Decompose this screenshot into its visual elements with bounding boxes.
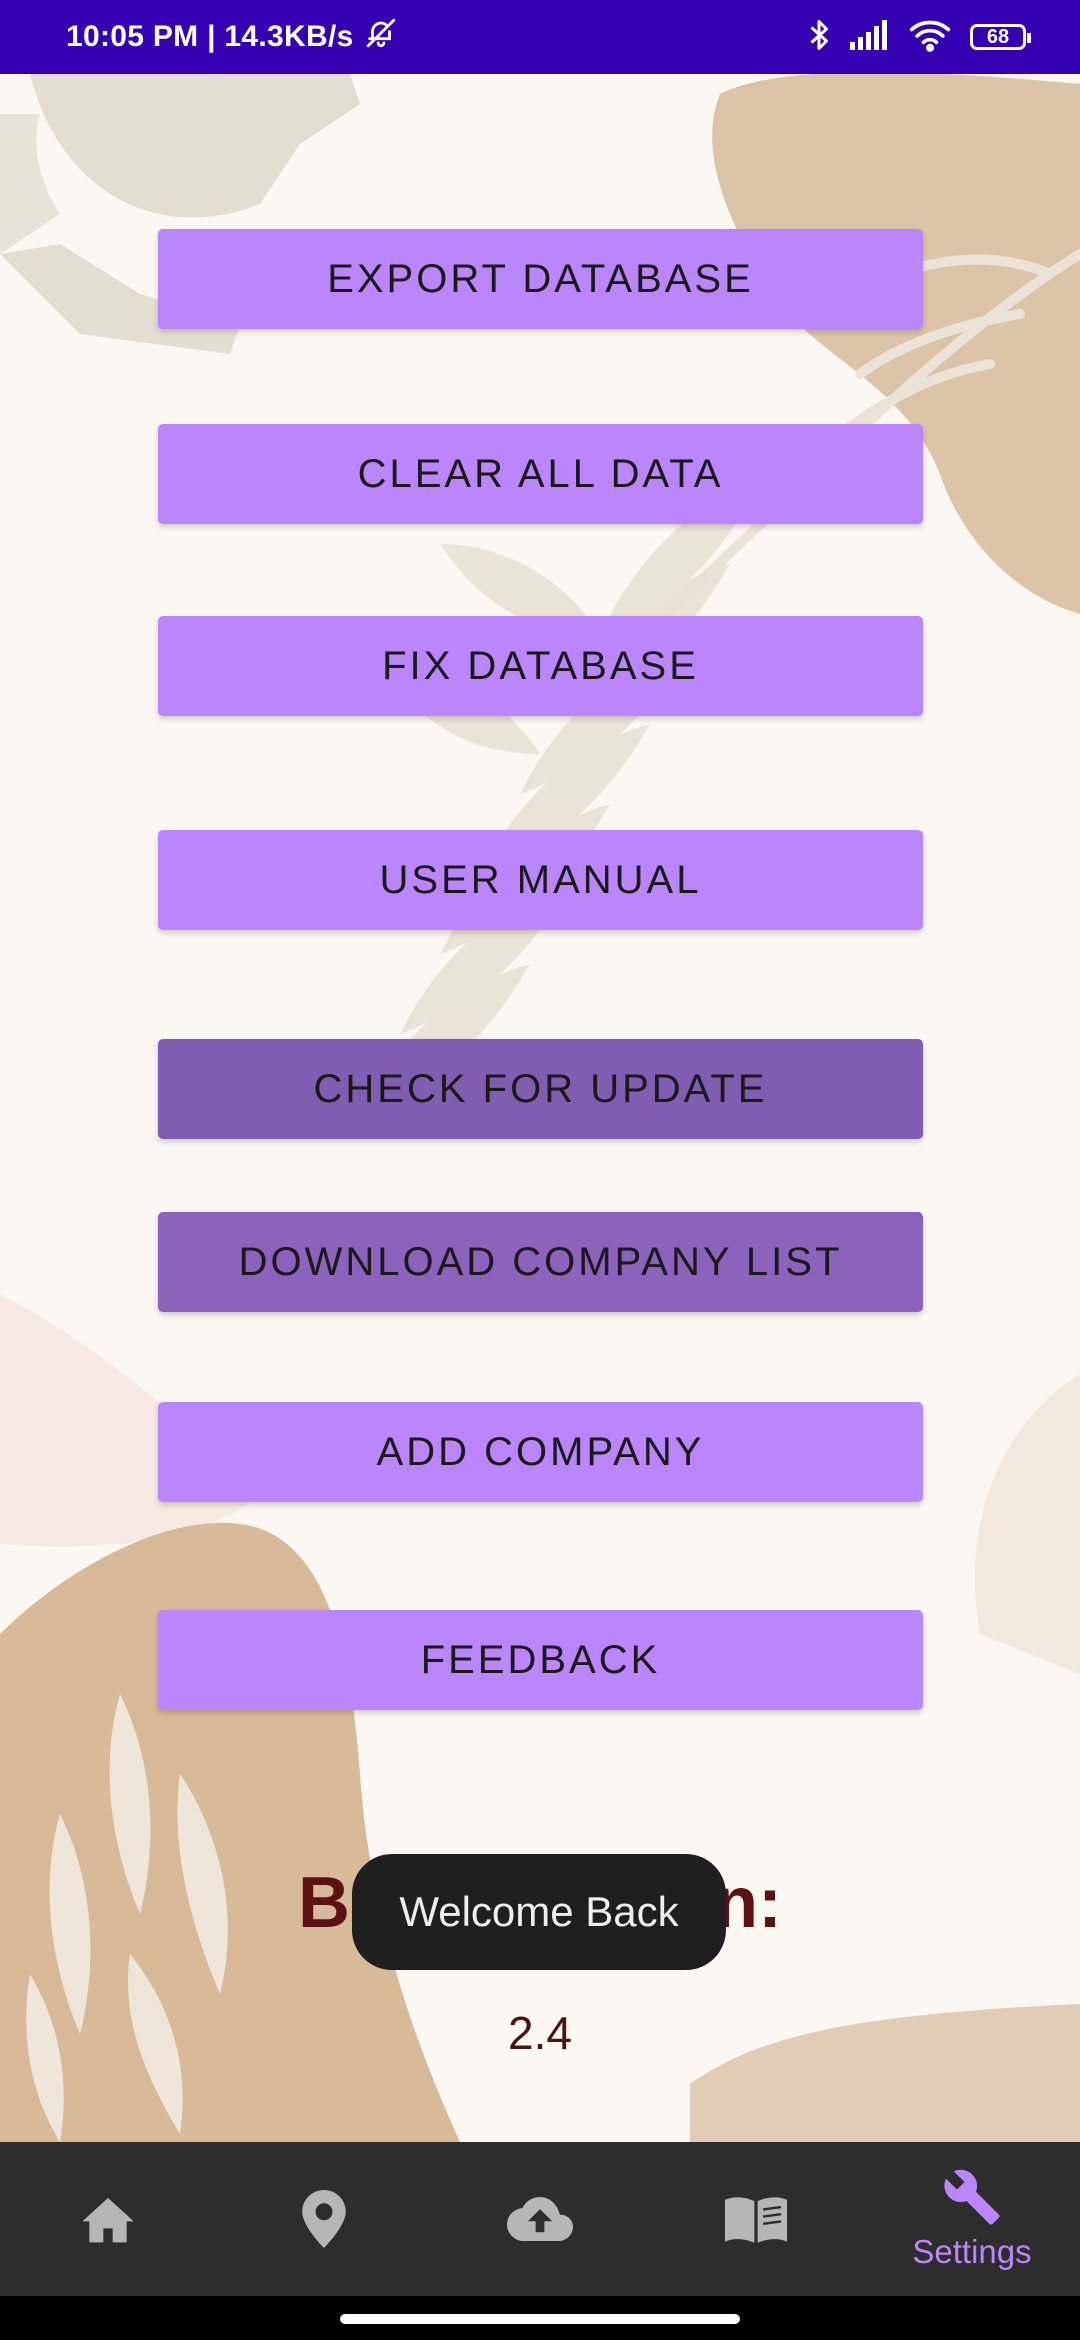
battery-level: 68: [986, 25, 1010, 48]
status-time-speed: 10:05 PM | 14.3KB/s: [66, 20, 354, 53]
check-for-update-button[interactable]: CHECK FOR UPDATE: [158, 1039, 923, 1139]
status-bar: 10:05 PM | 14.3KB/s 68: [0, 0, 1080, 74]
nav-item-upload[interactable]: [432, 2142, 648, 2296]
add-company-button[interactable]: ADD COMPANY: [158, 1402, 923, 1502]
bottom-navigation: Settings: [0, 2142, 1080, 2296]
home-icon: [80, 2193, 136, 2245]
download-company-list-button[interactable]: DOWNLOAD COMPANY LIST: [158, 1212, 923, 1312]
mute-bell-icon: [364, 16, 398, 58]
battery-icon: 68: [970, 24, 1031, 50]
bluetooth-icon: [806, 17, 832, 58]
build-version-value: 2.4: [508, 2007, 572, 2059]
nav-label-settings: Settings: [912, 2233, 1032, 2270]
wrench-icon: [942, 2167, 1002, 2227]
export-database-button[interactable]: EXPORT DATABASE: [158, 229, 923, 329]
fix-database-button[interactable]: FIX DATABASE: [158, 616, 923, 716]
nav-item-manual[interactable]: [648, 2142, 864, 2296]
status-right: 68: [806, 0, 1031, 74]
nav-item-location[interactable]: [216, 2142, 432, 2296]
location-pin-icon: [302, 2190, 346, 2248]
toast-message: Welcome Back: [352, 1854, 726, 1970]
cloud-upload-icon: [507, 2196, 573, 2242]
wifi-icon: [908, 18, 952, 57]
user-manual-button[interactable]: USER MANUAL: [158, 830, 923, 930]
signal-icon: [850, 19, 890, 55]
nav-item-settings[interactable]: Settings: [864, 2142, 1080, 2296]
home-gesture-bar[interactable]: [340, 2314, 740, 2324]
feedback-button[interactable]: FEEDBACK: [158, 1610, 923, 1710]
nav-item-home[interactable]: [0, 2142, 216, 2296]
clear-all-data-button[interactable]: CLEAR ALL DATA: [158, 424, 923, 524]
book-icon: [725, 2195, 787, 2243]
status-left: 10:05 PM | 14.3KB/s: [66, 0, 398, 74]
